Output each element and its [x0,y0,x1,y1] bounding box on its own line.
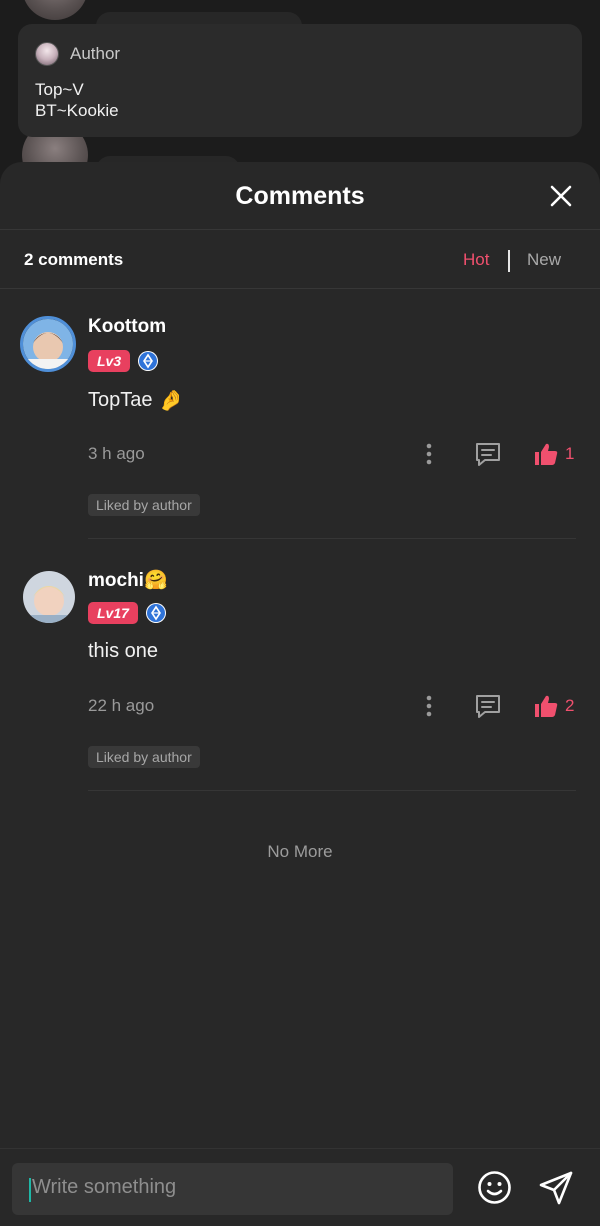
thumbs-up-icon [535,443,558,465]
author-avatar [35,42,59,66]
comment-icon [476,695,500,718]
username-emoji: 🤗 [143,570,168,591]
like-button[interactable]: 2 [533,692,574,720]
no-more-label: No More [267,842,333,861]
comment-divider [88,538,576,539]
level-badge: Lv3 [88,350,131,372]
comment-input-placeholder: Write something [32,1176,177,1198]
sort-separator [508,250,510,272]
more-button[interactable] [419,441,439,467]
more-vertical-icon [426,695,432,717]
comment-text: TopTae 🤌 [88,388,183,413]
more-button[interactable] [419,693,439,719]
comment-username[interactable]: mochi🤗 [88,568,168,592]
author-line: Top~V [35,80,84,99]
comment-emoji: 🤌 [158,390,184,412]
diamond-badge-icon [145,603,166,623]
comment-username[interactable]: Koottom [88,316,166,338]
author-line: BT~Kookie [35,101,119,120]
liked-by-author-tag: Liked by author [88,494,200,516]
comment-text: this one [88,640,159,662]
header-divider [0,229,600,230]
thumbs-up-icon [535,695,558,717]
avatar-image [23,571,75,623]
username-text: mochi [88,570,144,591]
like-button[interactable]: 1 [533,440,574,468]
emoji-icon [478,1171,511,1204]
reply-button[interactable] [474,693,502,719]
send-button[interactable] [538,1170,574,1206]
avatar[interactable] [20,316,76,372]
emoji-button[interactable] [477,1170,512,1205]
reply-button[interactable] [474,441,502,467]
comment-icon [476,443,500,466]
comment-count: 2 comments [24,250,124,269]
comment-item: mochi🤗 Lv17 this one 22 h ago 2 Liked by… [0,540,600,791]
like-count: 1 [565,444,575,463]
author-header: Author [35,42,120,66]
more-vertical-icon [426,443,432,465]
like-count: 2 [565,696,575,715]
liked-by-author-tag: Liked by author [88,746,200,768]
user-badges: Lv17 [88,601,166,625]
comments-sheet: Comments 2 comments Hot New Koottom Lv3 [0,162,600,1226]
comment-time: 22 h ago [88,696,155,715]
close-icon [550,185,572,207]
comment-divider [88,790,576,791]
comment-time: 3 h ago [88,444,145,463]
diamond-badge-icon [138,351,159,371]
comment-item: Koottom Lv3 TopTae 🤌 3 h ago 1 Liked by … [0,288,600,539]
sort-hot-tab[interactable]: Hot [463,250,489,270]
close-button[interactable] [546,181,576,211]
comment-composer: Write something [0,1148,600,1226]
sort-new-tab[interactable]: New [527,250,561,270]
author-label: Author [70,44,121,63]
avatar-image [23,319,73,369]
comment-text-body: TopTae [88,389,153,411]
author-text: Top~V BT~Kookie [35,79,119,121]
comment-input[interactable]: Write something [12,1163,453,1215]
background-avatar [22,0,88,20]
avatar[interactable] [23,571,75,623]
author-card: Author Top~V BT~Kookie [18,24,582,137]
user-badges: Lv3 [88,349,159,373]
text-caret [29,1178,31,1202]
level-badge: Lv17 [88,602,138,624]
send-icon [539,1171,573,1205]
sheet-title: Comments [235,182,365,210]
